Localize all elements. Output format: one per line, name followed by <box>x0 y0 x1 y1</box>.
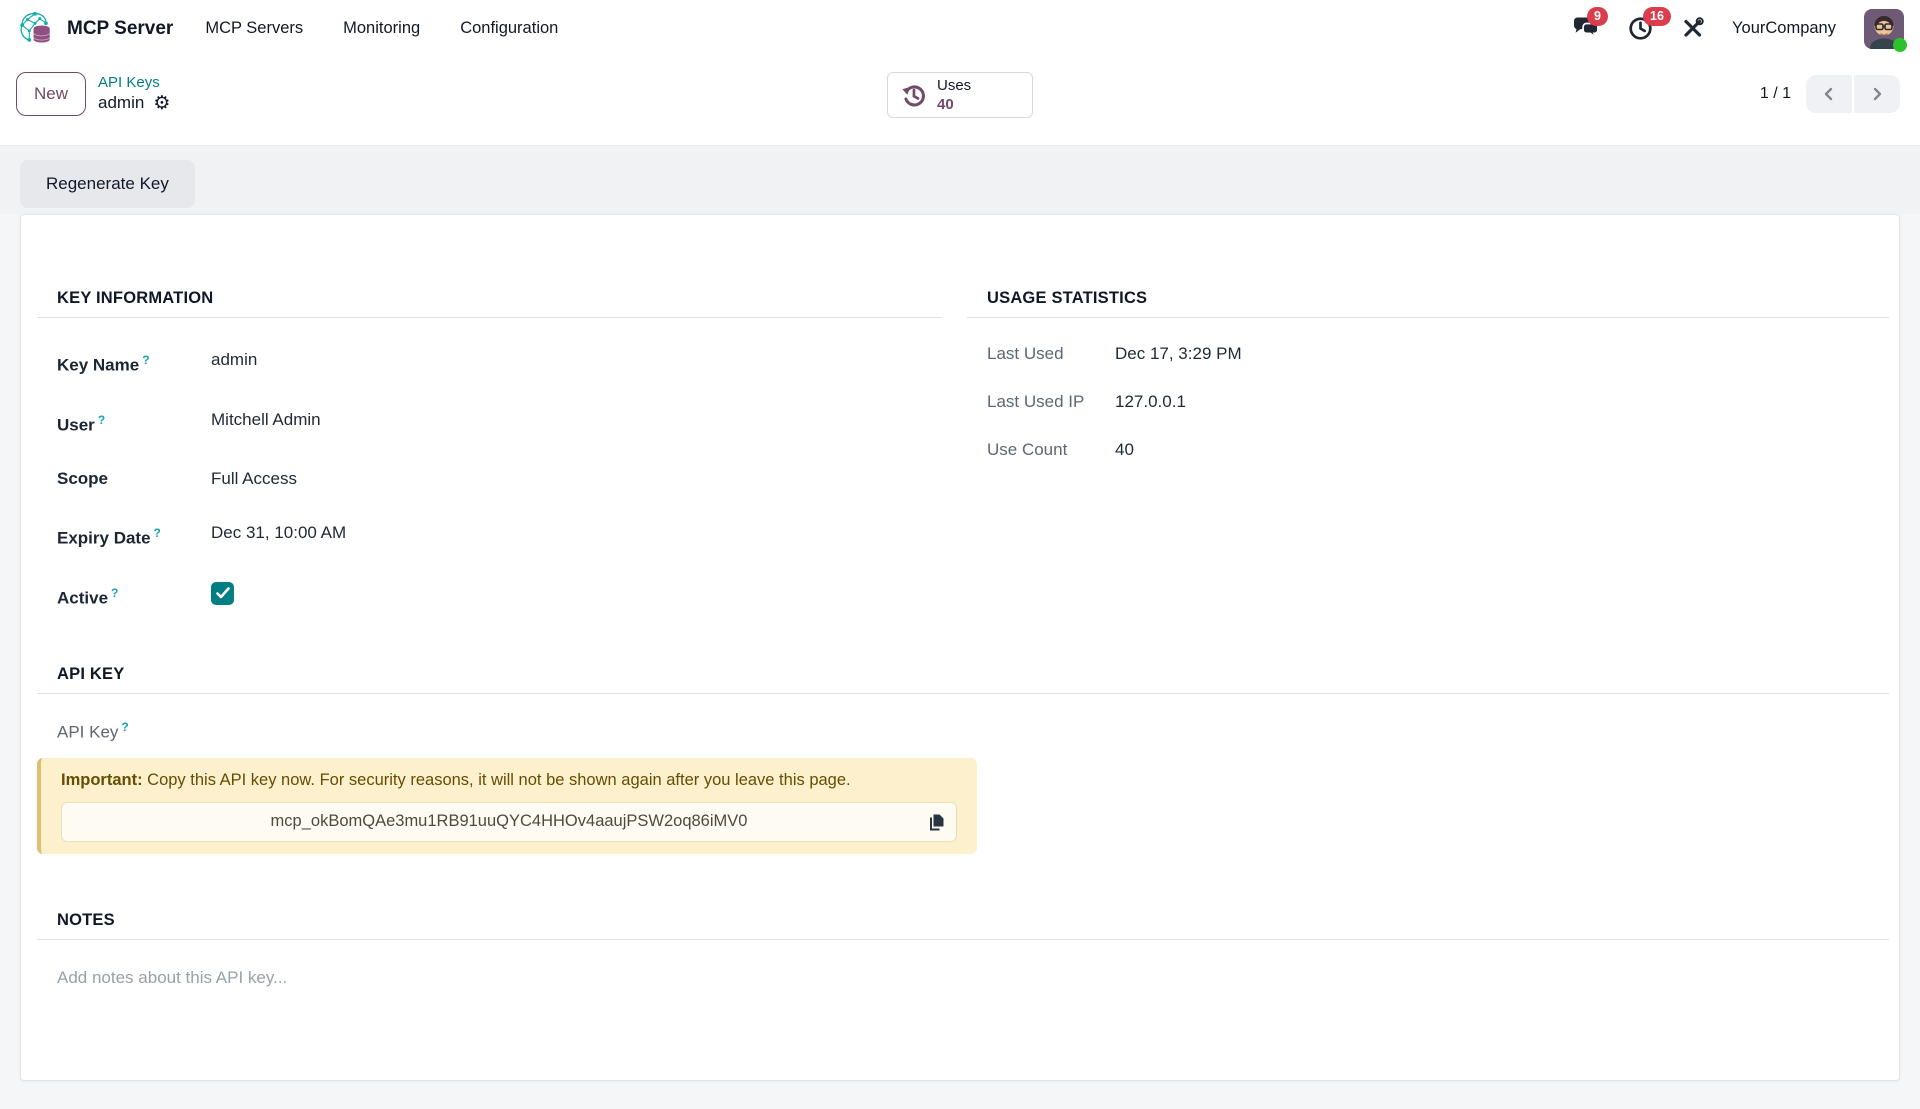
help-icon[interactable]: ? <box>154 526 161 540</box>
history-icon <box>900 82 927 109</box>
field-label: Use Count <box>987 438 1115 462</box>
messages-badge: 9 <box>1587 7 1608 26</box>
api-key-value: mcp_okBomQAe3mu1RB91uuQYC4HHOv4aaujPSW2o… <box>271 810 748 833</box>
systray: 9 16 <box>1572 9 1904 49</box>
pager-count: 1 / 1 <box>1760 85 1791 103</box>
activities-badge: 16 <box>1643 7 1671 26</box>
activities-menu[interactable]: 16 <box>1628 16 1653 41</box>
field-label: Active? <box>57 581 211 611</box>
breadcrumb-current: admin <box>98 92 144 114</box>
pager-next-button[interactable] <box>1854 75 1900 113</box>
online-status-dot <box>1893 38 1907 52</box>
app-logo-icon[interactable] <box>16 9 54 49</box>
help-icon[interactable]: ? <box>98 413 105 427</box>
control-panel: New API Keys admin ⚙ Uses 40 1 / 1 <box>0 57 1920 145</box>
section-title-api-key: API KEY <box>37 665 1889 694</box>
field-label: Last Used <box>987 342 1115 366</box>
help-icon[interactable]: ? <box>142 353 149 367</box>
warning-important-label: Important: <box>61 771 143 789</box>
app-title[interactable]: MCP Server <box>67 18 173 40</box>
uses-stat-value: 40 <box>937 96 954 113</box>
section-title-usage-statistics: USAGE STATISTICS <box>967 289 1889 318</box>
field-label: Scope <box>57 467 211 491</box>
warning-text: Copy this API key now. For security reas… <box>143 771 851 789</box>
breadcrumb-parent-link[interactable]: API Keys <box>98 74 170 93</box>
user-menu[interactable] <box>1864 9 1904 49</box>
crossed-tools-icon <box>1681 17 1704 40</box>
field-label: Expiry Date? <box>57 521 211 551</box>
nav-menu: MCP Servers Monitoring Configuration <box>205 19 558 38</box>
section-title-key-information: KEY INFORMATION <box>37 289 942 318</box>
usage-statistics-section: USAGE STATISTICS Last Used Dec 17, 3:29 … <box>967 289 1889 611</box>
field-value: Dec 17, 3:29 PM <box>1115 342 1242 366</box>
field-expiry-date: Expiry Date? Dec 31, 10:00 AM <box>37 521 942 551</box>
field-active: Active? <box>37 581 942 611</box>
regenerate-key-button[interactable]: Regenerate Key <box>20 160 195 208</box>
field-label: Last Used IP <box>987 390 1115 414</box>
field-value[interactable]: Mitchell Admin <box>211 408 321 432</box>
copy-button[interactable] <box>927 812 946 832</box>
field-value: 127.0.0.1 <box>1115 390 1186 414</box>
debug-tools-menu[interactable] <box>1681 17 1704 40</box>
copy-icon <box>927 812 946 832</box>
field-value: 40 <box>1115 438 1134 462</box>
pager-previous-button[interactable] <box>1806 75 1852 113</box>
notes-input[interactable]: Add notes about this API key... <box>37 968 1889 1028</box>
api-key-value-box: mcp_okBomQAe3mu1RB91uuQYC4HHOv4aaujPSW2o… <box>61 802 957 842</box>
nav-item-monitoring[interactable]: Monitoring <box>343 19 420 38</box>
breadcrumb: API Keys admin ⚙ <box>98 74 170 115</box>
api-key-section: API KEY API Key? Important: Copy this AP… <box>37 665 1889 854</box>
help-icon[interactable]: ? <box>121 720 128 734</box>
action-bar: Regenerate Key <box>0 145 1920 214</box>
nav-item-configuration[interactable]: Configuration <box>460 19 558 38</box>
new-button[interactable]: New <box>16 72 86 116</box>
section-title-notes: NOTES <box>37 911 1889 940</box>
uses-stat-button[interactable]: Uses 40 <box>887 72 1033 118</box>
field-scope: Scope Full Access <box>37 467 942 491</box>
field-label: User? <box>57 408 211 438</box>
notes-section: NOTES Add notes about this API key... <box>37 911 1889 1028</box>
field-key-name: Key Name? admin <box>37 348 942 378</box>
active-checkbox[interactable] <box>211 582 234 605</box>
field-last-used: Last Used Dec 17, 3:29 PM <box>967 342 1889 366</box>
messages-menu[interactable]: 9 <box>1572 16 1600 41</box>
key-information-section: KEY INFORMATION Key Name? admin User? Mi… <box>37 289 942 611</box>
field-value[interactable]: admin <box>211 348 257 372</box>
pager: 1 / 1 <box>1760 75 1900 113</box>
app-brand[interactable]: MCP Server <box>16 9 173 49</box>
form-sheet: KEY INFORMATION Key Name? admin User? Mi… <box>20 214 1900 1081</box>
uses-stat-label: Uses <box>937 77 971 94</box>
field-user: User? Mitchell Admin <box>37 408 942 438</box>
field-value[interactable]: Full Access <box>211 467 297 491</box>
field-use-count: Use Count 40 <box>967 438 1889 462</box>
api-key-warning: Important: Copy this API key now. For se… <box>37 758 977 853</box>
api-key-field-label: API Key? <box>37 720 1889 743</box>
field-value[interactable]: Dec 31, 10:00 AM <box>211 521 346 545</box>
gear-icon[interactable]: ⚙ <box>153 94 170 113</box>
chevron-right-icon <box>1870 87 1884 101</box>
field-label: Key Name? <box>57 348 211 378</box>
field-last-used-ip: Last Used IP 127.0.0.1 <box>967 390 1889 414</box>
nav-item-mcp-servers[interactable]: MCP Servers <box>205 19 303 38</box>
company-switcher[interactable]: YourCompany <box>1732 19 1836 38</box>
chevron-left-icon <box>1822 87 1836 101</box>
navbar: MCP Server MCP Servers Monitoring Config… <box>0 0 1920 57</box>
app-header: MCP Server MCP Servers Monitoring Config… <box>0 0 1920 145</box>
help-icon[interactable]: ? <box>111 586 118 600</box>
